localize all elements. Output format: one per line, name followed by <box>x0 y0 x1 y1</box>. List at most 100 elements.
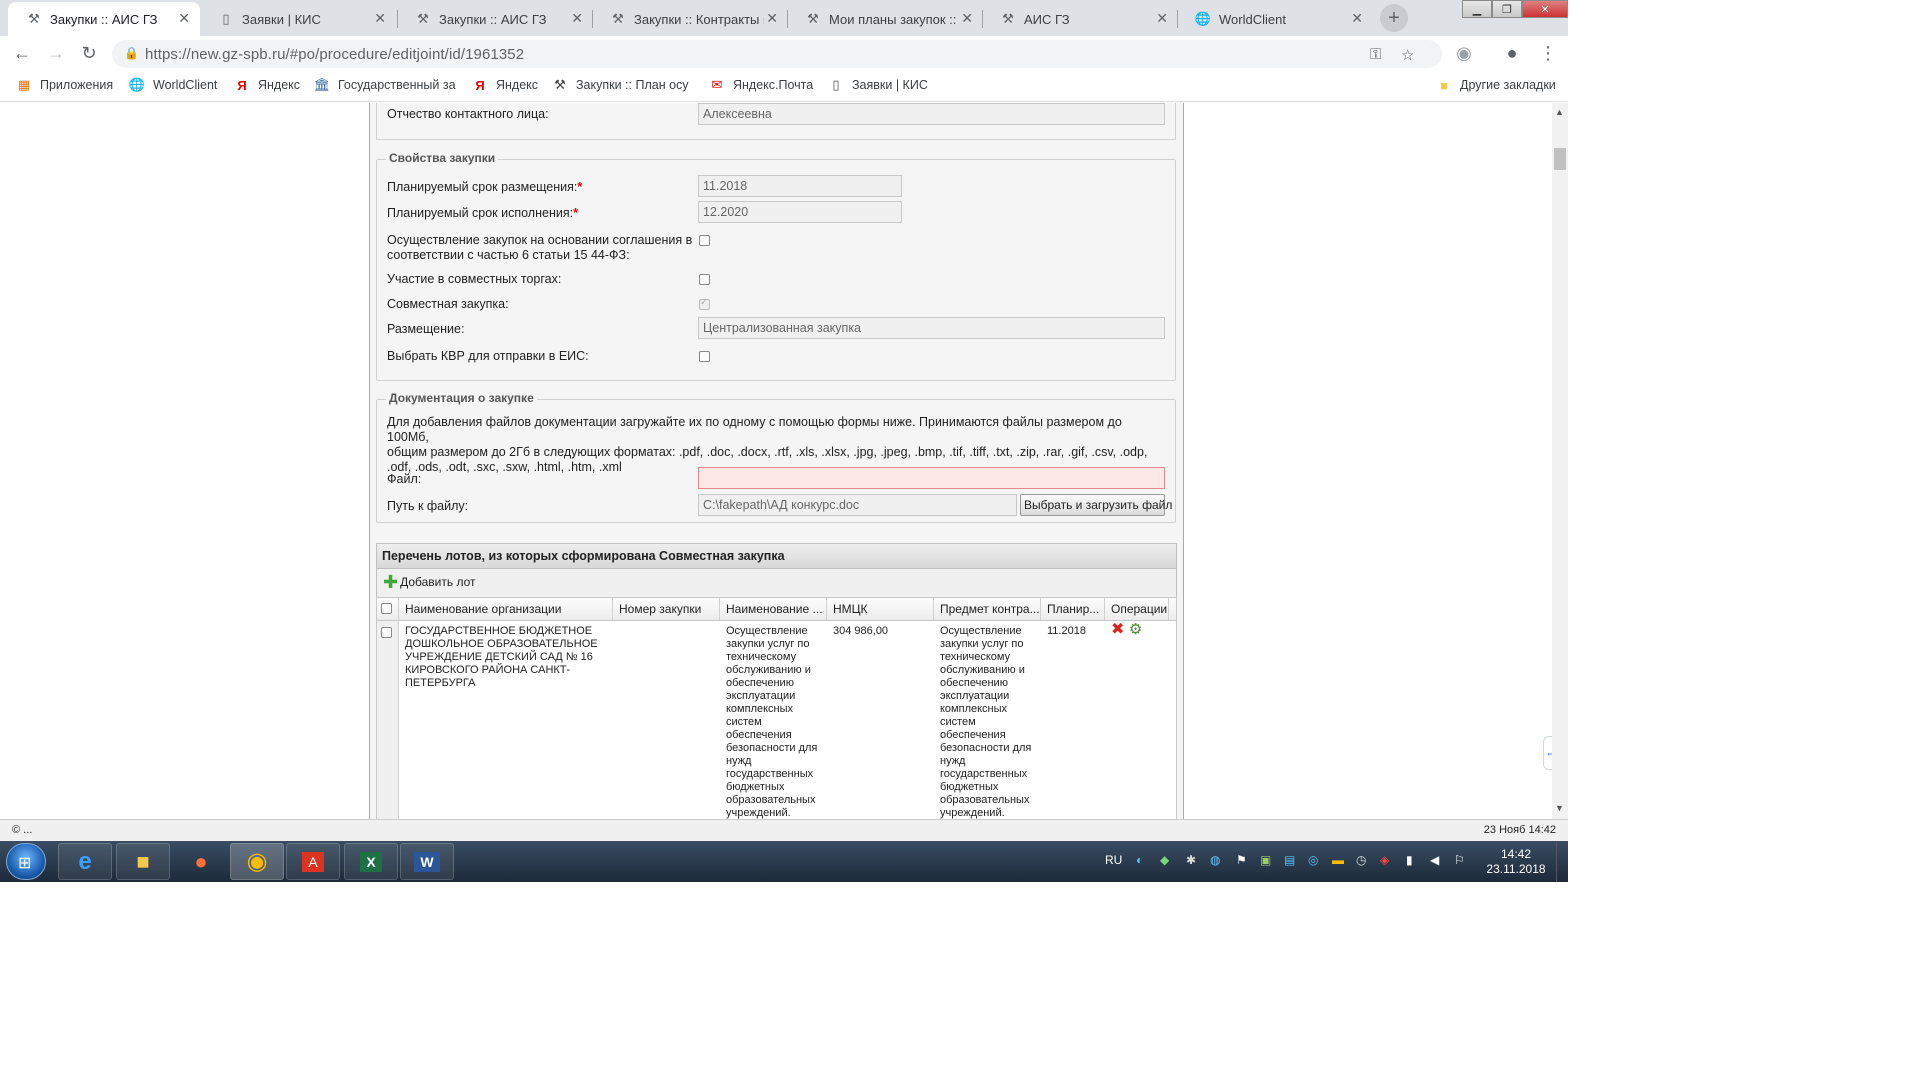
taskbar-acrobat[interactable]: A <box>286 843 340 880</box>
taskbar-ie[interactable]: e <box>58 843 112 880</box>
col-nmck[interactable]: НМЦК <box>827 598 934 620</box>
url-text: https://new.gz-spb.ru/#po/procedure/edit… <box>145 46 525 63</box>
file-input[interactable] <box>698 467 1165 489</box>
close-icon[interactable]: ✕ <box>374 10 386 27</box>
star-icon[interactable]: ☆ <box>1401 46 1414 64</box>
minimize-button[interactable]: ▁ <box>1462 0 1492 18</box>
update-tray-icon[interactable]: ▣ <box>1260 853 1271 867</box>
tab-moi-plany[interactable]: ⚒ Мои планы закупок :: А ✕ <box>787 2 983 36</box>
placement-field[interactable]: Централизованная закупка <box>698 317 1165 339</box>
profile-icon[interactable]: ● <box>1500 41 1524 65</box>
name-line: обеспечению <box>726 677 794 689</box>
antivirus-tray-icon[interactable]: ◈ <box>1380 853 1389 867</box>
select-all-checkbox[interactable] <box>381 603 392 614</box>
joint-purchase-label: Совместная закупка: <box>387 297 509 311</box>
back-arrow-icon[interactable]: ← <box>10 41 34 65</box>
mail-icon: ✉ <box>711 77 723 92</box>
bookmark-zayavki-kis[interactable]: ▯ Заявки | КИС <box>828 77 927 93</box>
row-checkbox[interactable] <box>381 627 392 638</box>
joint-tenders-checkbox[interactable] <box>699 274 710 285</box>
settings-gear-icon[interactable]: ⚙ <box>1129 621 1142 638</box>
bookmark-yandex-2[interactable]: Я Яндекс <box>472 77 538 93</box>
tab-ais-gz[interactable]: ⚒ АИС ГЗ ✕ <box>982 2 1178 36</box>
forward-arrow-icon[interactable]: → <box>44 41 68 65</box>
menu-kebab-icon[interactable]: ⋮ <box>1536 41 1560 65</box>
agreement-checkbox[interactable] <box>699 235 710 246</box>
kvr-checkbox[interactable] <box>699 351 710 362</box>
col-planned[interactable]: Планир... <box>1041 598 1105 620</box>
subject-line: бюджетных <box>940 781 999 793</box>
bookmark-apps[interactable]: ▦ Приложения <box>16 77 113 93</box>
app-tray-icon[interactable]: ▬ <box>1332 853 1344 867</box>
col-organization[interactable]: Наименование организации <box>399 598 613 620</box>
bookmark-other[interactable]: ■ Другие закладки <box>1436 77 1556 93</box>
show-desktop-button[interactable] <box>1556 841 1568 882</box>
taskbar-clock[interactable]: 14:42 23.11.2018 <box>1480 847 1552 877</box>
new-tab-button[interactable]: + <box>1380 4 1408 32</box>
joint-purchase-checkbox[interactable] <box>699 297 710 310</box>
file-path-field[interactable]: C:\fakepath\АД конкурс.doc <box>698 494 1017 516</box>
execution-date-field[interactable]: 12.2020 <box>698 201 902 223</box>
tab-zayavki-kis[interactable]: ▯ Заявки | КИС ✕ <box>200 2 396 36</box>
skype-tray-icon[interactable]: ◎ <box>1308 853 1318 867</box>
bookmark-yandex-1[interactable]: Я Яндекс <box>234 77 300 93</box>
close-icon[interactable]: ✕ <box>1351 10 1363 27</box>
reload-icon[interactable]: ↻ <box>77 41 101 65</box>
teamviewer-side-icon[interactable]: ⇔ <box>1543 736 1552 770</box>
upload-file-button[interactable]: Выбрать и загрузить файл <box>1020 494 1172 516</box>
bookmark-yandex-mail[interactable]: ✉ Яндекс.Почта <box>709 77 814 93</box>
col-name[interactable]: Наименование ... <box>720 598 827 620</box>
name-line: техническому <box>726 651 797 663</box>
bookmark-gov[interactable]: 🏛 Государственный за <box>314 77 456 93</box>
network-tray-icon[interactable]: ✱ <box>1186 853 1196 867</box>
contact-patronymic-field[interactable]: Алексеевна <box>698 103 1165 125</box>
delete-icon[interactable]: ✖ <box>1111 621 1124 638</box>
status-left-text: © ... <box>12 824 33 836</box>
scroll-up-arrow-icon[interactable]: ▲ <box>1555 107 1564 117</box>
scroll-down-arrow-icon[interactable]: ▼ <box>1555 803 1564 813</box>
scrollbar-thumb[interactable] <box>1554 148 1566 170</box>
shield-tray-icon[interactable]: ◆ <box>1160 853 1169 867</box>
language-indicator[interactable]: RU <box>1105 853 1122 867</box>
teamviewer-tray-icon[interactable]: ◐ <box>1136 853 1143 867</box>
flag-tray-icon[interactable]: ⚑ <box>1236 853 1247 867</box>
page-scrollbar[interactable]: ▲ ▼ <box>1552 103 1568 819</box>
bookmark-worldclient[interactable]: 🌐 WorldClient <box>129 77 217 93</box>
window-close-button[interactable]: ✕ <box>1522 0 1568 18</box>
battery-tray-icon[interactable]: ▮ <box>1406 853 1413 867</box>
clock-tray-icon[interactable]: ◷ <box>1356 853 1366 867</box>
add-lot-label: Добавить лот <box>400 575 476 589</box>
maximize-button[interactable]: ❐ <box>1492 0 1522 18</box>
start-button[interactable]: ⊞ <box>6 843 46 880</box>
cloud-tray-icon[interactable]: ◍ <box>1210 853 1220 867</box>
execution-date-label-text: Планируемый срок исполнения: <box>387 206 574 220</box>
taskbar-excel[interactable]: X <box>344 843 398 880</box>
taskbar-firefox[interactable]: ● <box>174 843 228 880</box>
windows-taskbar: ⊞ e ■ ● ◉ A X W RU ◐ ◆ ✱ ◍ ⚑ ▣ ▤ ◎ ▬ ◷ ◈… <box>0 841 1568 882</box>
volume-tray-icon[interactable]: ◀ <box>1430 853 1439 867</box>
subject-line: учреждений. <box>940 807 1005 819</box>
bookmark-zakupki-plan[interactable]: ⚒ Закупки :: План осу <box>552 77 688 93</box>
subject-line: безопасности для <box>940 742 1032 754</box>
tab-worldclient[interactable]: 🌐 WorldClient ✕ <box>1177 2 1373 36</box>
add-lot-button[interactable]: ✚ Добавить лот <box>383 573 476 591</box>
key-icon[interactable]: ⚿ <box>1370 46 1381 63</box>
taskbar-word[interactable]: W <box>400 843 454 880</box>
taskbar-explorer[interactable]: ■ <box>116 843 170 880</box>
taskbar-chrome[interactable]: ◉ <box>230 843 284 880</box>
address-bar[interactable]: 🔒 https://new.gz-spb.ru/#po/procedure/ed… <box>112 40 1442 68</box>
close-icon[interactable]: ✕ <box>178 10 190 27</box>
close-icon[interactable]: ✕ <box>961 10 973 27</box>
close-icon[interactable]: ✕ <box>571 10 583 27</box>
display-tray-icon[interactable]: ▤ <box>1284 853 1295 867</box>
tab-zakupki-ais-gz-2[interactable]: ⚒ Закупки :: АИС ГЗ ✕ <box>397 2 593 36</box>
col-contract-subject[interactable]: Предмет контра... <box>934 598 1041 620</box>
close-icon[interactable]: ✕ <box>766 10 778 27</box>
tab-zakupki-ais-gz-active[interactable]: ⚒ Закупки :: АИС ГЗ ✕ <box>8 2 200 36</box>
action-center-tray-icon[interactable]: ⚐ <box>1454 853 1465 867</box>
tab-zakupki-kontrakty[interactable]: ⚒ Закупки :: Контракты н ✕ <box>592 2 788 36</box>
col-purchase-number[interactable]: Номер закупки <box>613 598 720 620</box>
close-icon[interactable]: ✕ <box>1156 10 1168 27</box>
placement-date-field[interactable]: 11.2018 <box>698 175 902 197</box>
extension-icon[interactable]: ◉ <box>1452 41 1476 65</box>
